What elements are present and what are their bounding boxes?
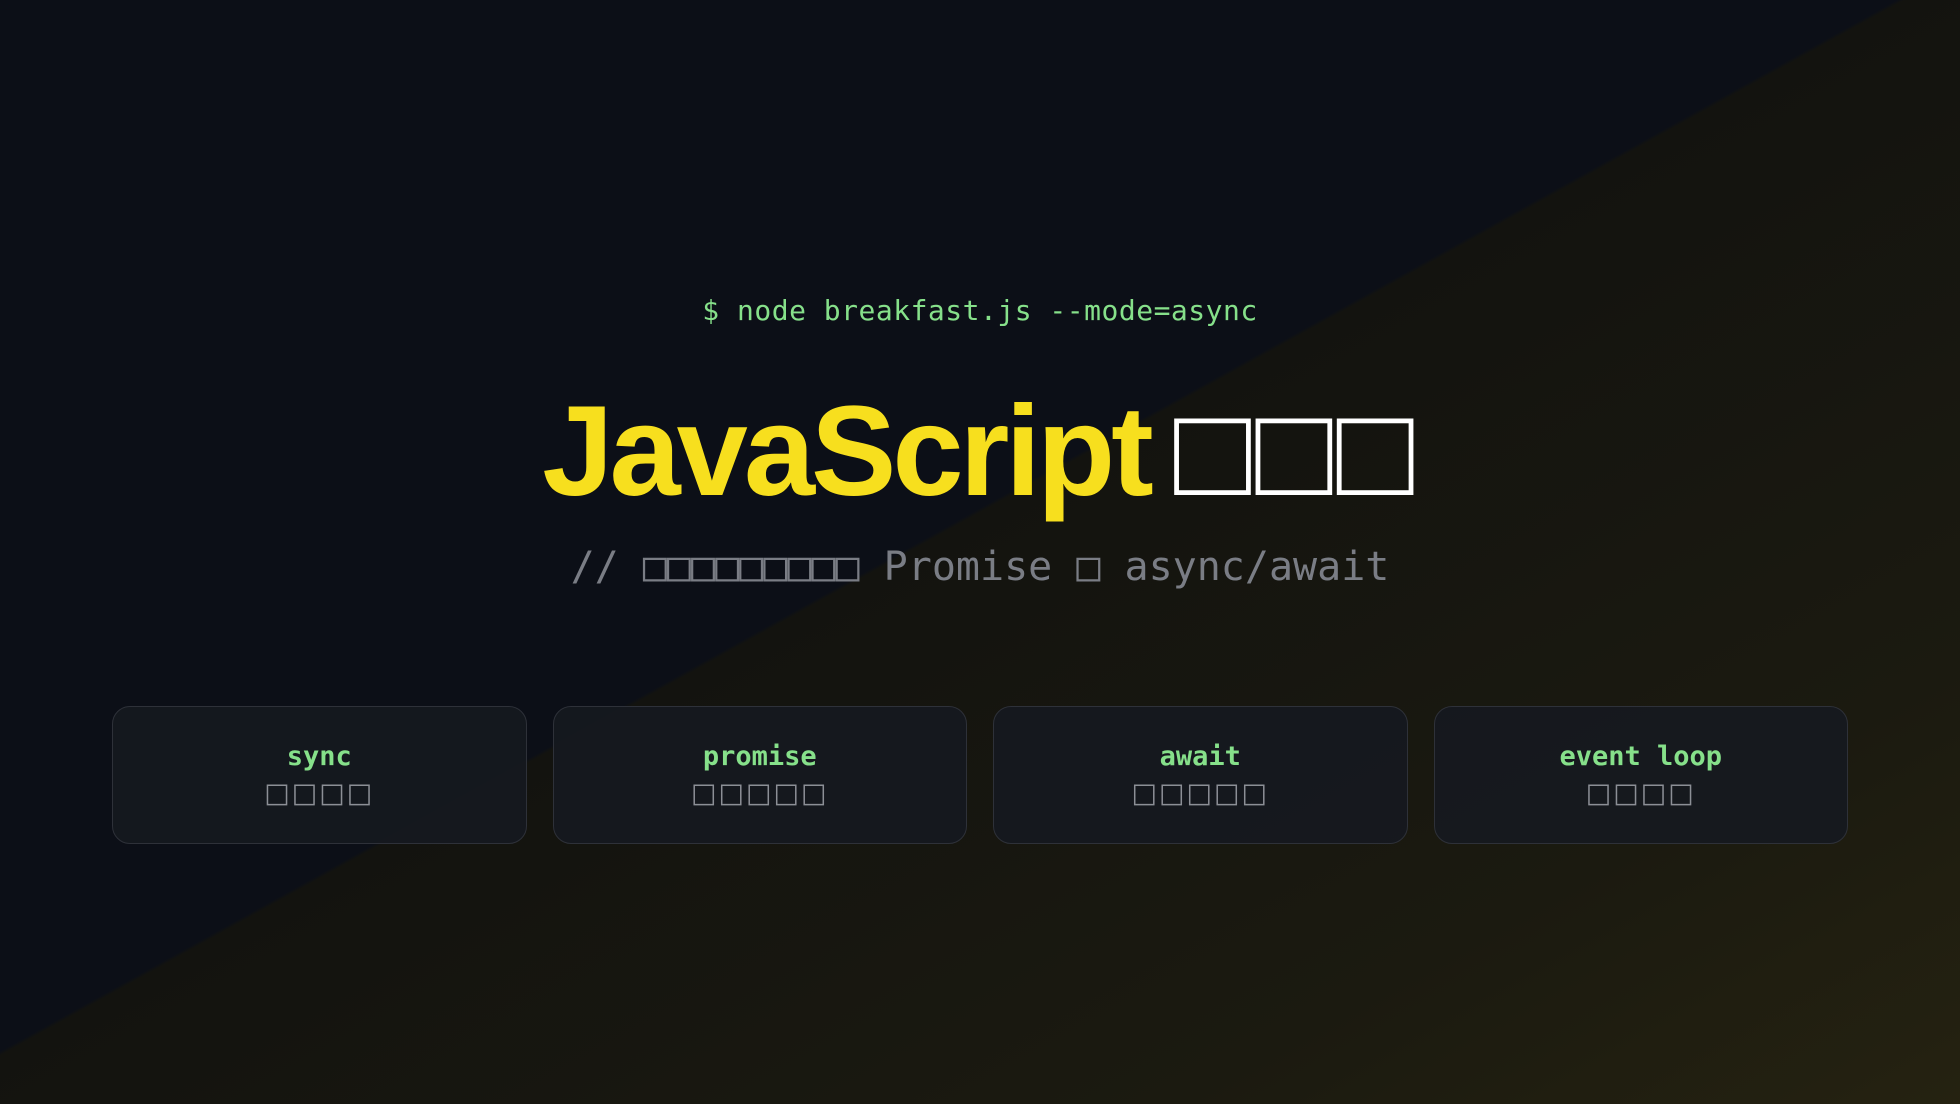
card-event-loop: event loop □□□□: [1433, 706, 1848, 844]
title-slide: $ node breakfast.js --mode=async JavaScr…: [0, 0, 1960, 1104]
title-highlight: JavaScript: [542, 380, 1153, 523]
card-description: □□□□: [264, 778, 375, 809]
card-sync: sync □□□□: [112, 706, 527, 844]
terminal-command: $ node breakfast.js --mode=async: [702, 294, 1258, 327]
card-description: □□□□: [1585, 778, 1696, 809]
concept-cards: sync □□□□ promise □□□□□ await □□□□□ even…: [112, 706, 1848, 844]
card-label: promise: [702, 741, 817, 772]
card-promise: promise □□□□□: [552, 706, 967, 844]
card-description: □□□□□: [690, 778, 829, 809]
title-rest: □□□: [1173, 380, 1418, 523]
card-label: sync: [286, 741, 352, 772]
card-label: await: [1159, 741, 1241, 772]
card-description: □□□□□: [1131, 778, 1270, 809]
page-title: JavaScript □□□: [0, 382, 1960, 522]
subtitle-comment: // □□□□□□□□□ Promise □ async/await: [570, 544, 1390, 590]
card-await: await □□□□□: [993, 706, 1408, 844]
card-label: event loop: [1559, 741, 1723, 772]
